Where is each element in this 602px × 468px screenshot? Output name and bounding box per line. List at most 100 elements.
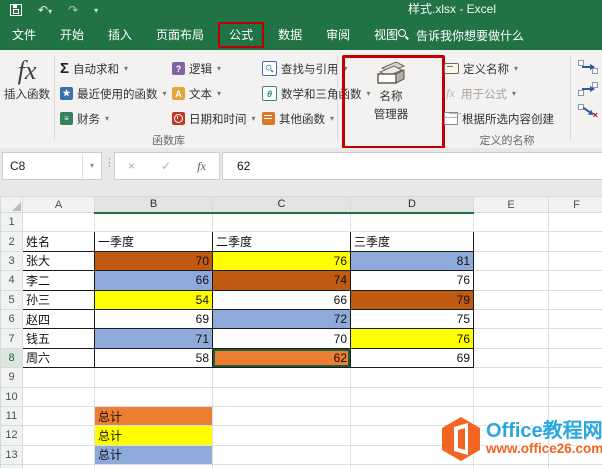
financial-button[interactable]: ≡ 财务 ▾ <box>60 108 167 129</box>
row-header-14[interactable]: 14 <box>0 464 23 468</box>
cell-F8[interactable] <box>548 347 602 369</box>
cell-E4[interactable] <box>473 270 549 291</box>
row-header-4[interactable]: 4 <box>0 270 23 291</box>
cell-A9[interactable] <box>22 367 95 388</box>
logical-button[interactable]: ? 逻辑 ▾ <box>172 58 256 79</box>
row-header-6[interactable]: 6 <box>0 308 23 330</box>
col-header-D[interactable]: D <box>350 196 474 214</box>
cell-C14[interactable] <box>212 464 351 468</box>
row-header-12[interactable]: 12 <box>0 425 23 446</box>
row-header-7[interactable]: 7 <box>0 328 23 349</box>
tab-data[interactable]: 数据 <box>266 21 314 49</box>
trace-precedents-icon[interactable] <box>578 60 600 74</box>
cell-F7[interactable] <box>548 328 602 349</box>
cell-B2[interactable]: 一季度 <box>94 231 213 252</box>
tab-formulas[interactable]: 公式 <box>218 22 265 48</box>
cell-A7[interactable]: 钱五 <box>22 328 95 349</box>
cell-C7[interactable]: 70 <box>212 328 351 349</box>
cell-D1[interactable] <box>350 211 474 233</box>
use-in-formula-button[interactable]: fx 用于公式 ▾ <box>444 83 554 104</box>
cell-B13[interactable]: 总计 <box>94 444 213 466</box>
row-header-1[interactable]: 1 <box>0 211 23 233</box>
cell-F2[interactable] <box>548 231 602 252</box>
cell-B12[interactable]: 总计 <box>94 425 213 446</box>
col-header-F[interactable]: F <box>548 196 602 213</box>
undo-button[interactable]: ↶▾ <box>38 1 52 19</box>
cell-B11[interactable]: 总计 <box>94 405 213 427</box>
cell-B8[interactable]: 58 <box>94 347 213 369</box>
row-header-5[interactable]: 5 <box>0 289 23 310</box>
define-name-button[interactable]: 定义名称 ▾ <box>444 58 554 79</box>
cell-D4[interactable]: 76 <box>350 270 474 291</box>
cell-C9[interactable] <box>212 367 351 388</box>
cell-E8[interactable] <box>473 347 549 369</box>
tab-review[interactable]: 审阅 <box>314 21 362 49</box>
cell-E7[interactable] <box>473 328 549 349</box>
row-header-9[interactable]: 9 <box>0 367 23 388</box>
cell-E1[interactable] <box>473 211 549 233</box>
customize-qat-caret-icon[interactable]: ▾ <box>94 6 98 15</box>
cell-C8[interactable]: 62 <box>212 347 351 369</box>
cell-A3[interactable]: 张大 <box>22 250 95 272</box>
cell-B9[interactable] <box>94 367 213 388</box>
create-from-selection-button[interactable]: 根据所选内容创建 <box>444 108 554 129</box>
cell-C12[interactable] <box>212 425 351 446</box>
cell-A6[interactable]: 赵四 <box>22 308 95 330</box>
cell-C10[interactable] <box>212 386 351 407</box>
cell-B1[interactable] <box>94 211 213 233</box>
cell-B14[interactable] <box>94 464 213 468</box>
cell-A8[interactable]: 周六 <box>22 347 95 369</box>
col-header-E[interactable]: E <box>473 196 549 213</box>
cell-A10[interactable] <box>22 386 95 407</box>
name-box[interactable]: C8 ▾ <box>2 152 102 180</box>
cell-B4[interactable]: 66 <box>94 270 213 291</box>
cell-B5[interactable]: 54 <box>94 289 213 310</box>
row-header-3[interactable]: 3 <box>0 250 23 272</box>
insert-function-fx-icon[interactable]: fx <box>197 159 206 174</box>
cell-F5[interactable] <box>548 289 602 310</box>
cell-F1[interactable] <box>548 211 602 233</box>
cell-E9[interactable] <box>473 367 549 388</box>
name-box-caret-icon[interactable]: ▾ <box>82 154 101 178</box>
cell-C13[interactable] <box>212 444 351 466</box>
trace-dependents-icon[interactable] <box>578 82 600 96</box>
row-header-10[interactable]: 10 <box>0 386 23 407</box>
tab-insert[interactable]: 插入 <box>96 21 144 49</box>
cell-A4[interactable]: 李二 <box>22 270 95 291</box>
cell-D10[interactable] <box>350 386 474 407</box>
cell-A13[interactable] <box>22 444 95 466</box>
insert-function-button[interactable]: fx 插入函数 <box>2 56 52 102</box>
cell-E14[interactable] <box>473 464 549 468</box>
cell-D2[interactable]: 三季度 <box>350 231 474 252</box>
tell-me-box[interactable]: 告诉我你想要做什么 <box>398 20 524 50</box>
cell-C2[interactable]: 二季度 <box>212 231 351 252</box>
cell-E2[interactable] <box>473 231 549 252</box>
cell-D14[interactable] <box>350 464 474 468</box>
cell-A5[interactable]: 孙三 <box>22 289 95 310</box>
date-time-button[interactable]: 日期和时间 ▾ <box>172 108 256 129</box>
cell-E5[interactable] <box>473 289 549 310</box>
cell-D6[interactable]: 75 <box>350 308 474 330</box>
row-header-11[interactable]: 11 <box>0 405 23 427</box>
tab-home[interactable]: 开始 <box>48 21 96 49</box>
cell-A12[interactable] <box>22 425 95 446</box>
tab-file[interactable]: 文件 <box>0 21 48 49</box>
cell-F6[interactable] <box>548 308 602 330</box>
row-header-8[interactable]: 8 <box>0 347 23 369</box>
text-button[interactable]: A 文本 ▾ <box>172 83 256 104</box>
cell-B10[interactable] <box>94 386 213 407</box>
cell-F9[interactable] <box>548 367 602 388</box>
cell-D9[interactable] <box>350 367 474 388</box>
remove-arrows-icon[interactable]: × <box>578 104 600 120</box>
cell-C1[interactable] <box>212 211 351 233</box>
cell-E3[interactable] <box>473 250 549 272</box>
cell-F4[interactable] <box>548 270 602 291</box>
cell-D7[interactable]: 76 <box>350 328 474 349</box>
cell-F14[interactable] <box>548 464 602 468</box>
cell-B6[interactable]: 69 <box>94 308 213 330</box>
recently-used-button[interactable]: ★ 最近使用的函数 ▾ <box>60 83 167 104</box>
cell-B7[interactable]: 71 <box>94 328 213 349</box>
col-header-C[interactable]: C <box>212 196 351 214</box>
cell-F3[interactable] <box>548 250 602 272</box>
cell-B3[interactable]: 70 <box>94 250 213 272</box>
